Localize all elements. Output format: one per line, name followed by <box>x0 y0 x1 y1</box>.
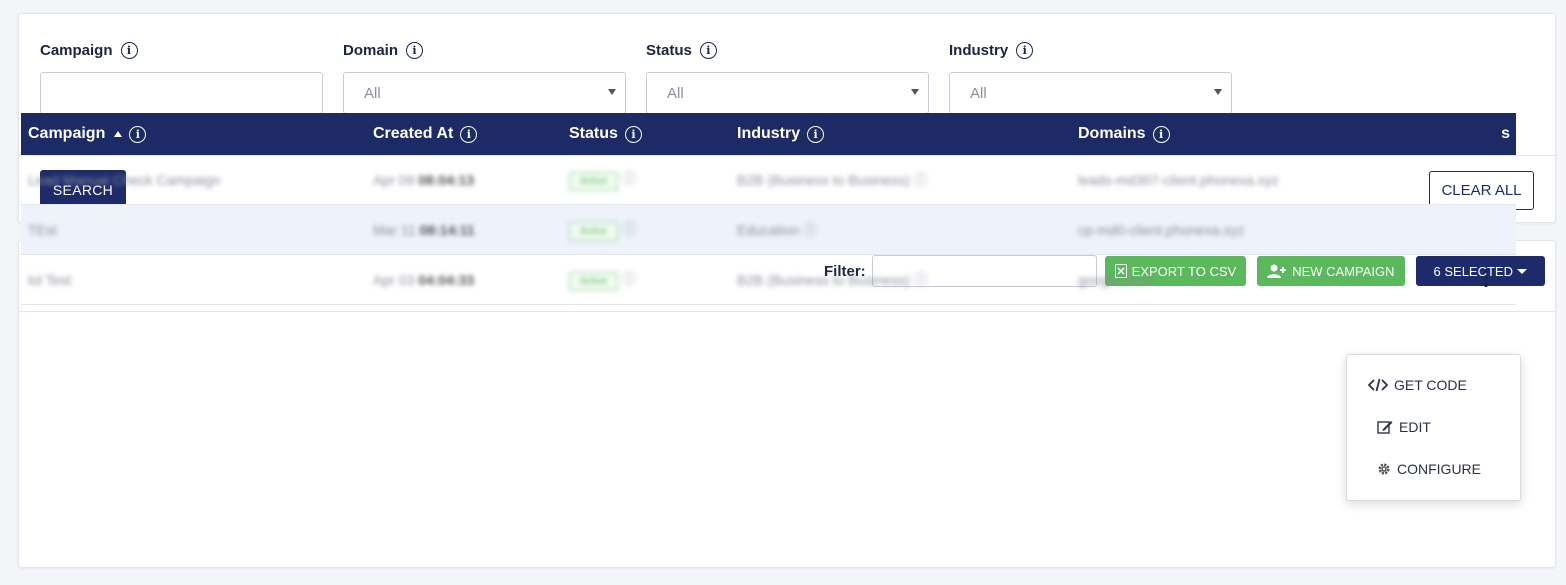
column-header-label: Created At <box>373 125 454 142</box>
menu-item-get-code[interactable]: GET CODE <box>1347 371 1520 399</box>
industry-filter: Industry i All <box>949 39 1232 114</box>
info-icon[interactable]: i <box>807 125 825 143</box>
status-select[interactable]: All <box>646 72 929 114</box>
info-icon[interactable]: i <box>624 125 642 143</box>
cell-industry: Education ⓘ <box>737 221 818 238</box>
menu-item-label: EDIT <box>1399 419 1431 435</box>
menu-item-label: GET CODE <box>1394 377 1467 393</box>
industry-select-value: All <box>970 84 987 102</box>
cell-domains: cp-md0-client.phonexa.xyz <box>1078 221 1245 238</box>
cell-created-at: Apr 09 08:04:13 <box>373 171 475 188</box>
menu-item-edit[interactable]: EDIT <box>1347 413 1520 441</box>
domain-select[interactable]: All <box>343 72 626 114</box>
code-icon <box>1368 378 1388 392</box>
caret-down-icon <box>608 89 616 95</box>
table-row[interactable]: TEst Mar 11 08:14:11 Active ⓘ Education … <box>21 205 1516 255</box>
status-filter: Status i All <box>646 39 929 114</box>
campaign-input[interactable] <box>40 72 323 114</box>
info-icon[interactable]: i <box>1016 41 1034 59</box>
industry-select[interactable]: All <box>949 72 1232 114</box>
info-icon[interactable]: i <box>460 125 478 143</box>
cell-domains: leads-md307-client.phonexa.xyz <box>1078 171 1279 188</box>
status-select-value: All <box>667 84 684 102</box>
cell-status: Active ⓘ <box>562 269 730 291</box>
status-badge: Active <box>569 221 619 241</box>
domain-select-value: All <box>364 84 381 102</box>
column-header-label: Status <box>569 125 618 142</box>
table-row[interactable]: lol Test Apr 03 04:04:33 Active ⓘ B2B (B… <box>21 255 1516 305</box>
industry-filter-label: Industry <box>949 41 1009 59</box>
status-filter-label: Status <box>646 41 692 59</box>
kebab-icon[interactable] <box>1484 269 1488 287</box>
cell-domains: google.com <box>1078 271 1151 288</box>
status-badge: Active <box>569 271 619 291</box>
info-icon[interactable]: i <box>1152 125 1170 143</box>
column-header-label: Domains <box>1078 125 1146 142</box>
column-header-label: Campaign <box>28 125 106 142</box>
table-body: Lead Manual Check Campaign Apr 09 08:04:… <box>21 155 1516 305</box>
caret-down-icon <box>1214 89 1222 95</box>
column-header-label: Industry <box>737 125 801 142</box>
row-actions-menu: GET CODE EDIT CONFIGURE <box>1346 354 1521 501</box>
cell-status: Active ⓘ <box>562 169 730 191</box>
gear-icon <box>1378 463 1390 475</box>
table-row[interactable]: Lead Manual Check Campaign Apr 09 08:04:… <box>21 155 1516 205</box>
info-icon[interactable]: i <box>406 41 424 59</box>
cell-campaign[interactable]: TEst <box>21 222 366 238</box>
campaign-filter-label: Campaign <box>40 41 113 59</box>
domain-filter: Domain i All <box>343 39 626 114</box>
column-header-created-at[interactable]: Created At i <box>366 125 562 143</box>
cell-industry: B2B (Business to Business) ⓘ <box>737 171 928 188</box>
column-header-domains[interactable]: Domains i <box>1071 125 1321 143</box>
campaign-filter: Campaign i <box>40 39 323 114</box>
info-icon[interactable]: i <box>129 125 147 143</box>
domain-filter-label: Domain <box>343 41 399 59</box>
column-header-status[interactable]: Status i <box>562 125 730 143</box>
edit-icon <box>1377 421 1393 434</box>
info-icon[interactable]: i <box>699 41 717 59</box>
column-header-campaign[interactable]: Campaign i <box>21 125 366 143</box>
info-icon[interactable]: i <box>120 41 138 59</box>
cell-campaign[interactable]: lol Test <box>21 272 366 288</box>
caret-down-icon <box>911 89 919 95</box>
cell-created-at: Mar 11 08:14:11 <box>373 221 475 238</box>
caret-down-icon <box>1517 268 1527 274</box>
cell-campaign[interactable]: Lead Manual Check Campaign <box>21 172 366 188</box>
divider <box>19 311 1555 312</box>
table-header: Campaign i Created At i Status i Industr… <box>21 113 1516 155</box>
column-header-actions: s <box>1501 125 1510 142</box>
menu-item-configure[interactable]: CONFIGURE <box>1347 455 1520 483</box>
cell-industry: B2B (Business to Business) ⓘ <box>737 271 928 288</box>
column-header-industry[interactable]: Industry i <box>730 125 1071 143</box>
sort-asc-icon <box>114 131 123 137</box>
cell-created-at: Apr 03 04:04:33 <box>373 271 475 288</box>
menu-item-label: CONFIGURE <box>1397 461 1481 477</box>
cell-status: Active ⓘ <box>562 219 730 241</box>
status-badge: Active <box>569 171 619 191</box>
